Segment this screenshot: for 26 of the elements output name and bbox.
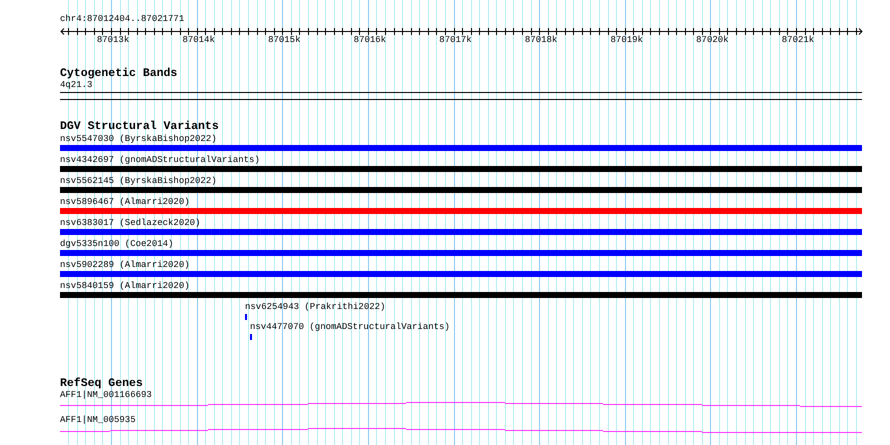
feature-label: nsv5902289 (Almarri2020) (60, 260, 190, 271)
band-label: 4q21.3 (60, 80, 92, 90)
feature-label: dgv5335n100 (Coe2014) (60, 239, 174, 250)
ruler-tick-label: 87021k (782, 35, 814, 46)
feature-label: nsv4342697 (gnomADStructuralVariants) (60, 155, 260, 166)
ruler-tick-label: 87013k (96, 35, 130, 46)
ruler-tick-label: 87015k (268, 35, 300, 46)
track-title: DGV Structural Variants (60, 121, 219, 133)
location-label: chr4:87012404..87021771 (60, 14, 184, 24)
feature-label: nsv5896467 (Almarri2020) (60, 197, 190, 208)
feature-label: nsv5547030 (ByrskaBishop2022) (60, 134, 217, 145)
feature-label: nsv4477070 (gnomADStructuralVariants) (250, 322, 450, 333)
gene-label: AFF1|NM_001166693 (60, 390, 152, 400)
ruler-tick-label: 87019k (610, 35, 643, 46)
ruler-tick-label: 87020k (696, 35, 729, 46)
feature-label: nsv6254943 (Prakrithi2022) (245, 302, 386, 313)
gene-label: AFF1|NM_005935 (60, 415, 136, 425)
track-title: Cytogenetic Bands (60, 68, 178, 80)
feature-label: nsv5840159 (Almarri2020) (60, 281, 190, 292)
ruler-tick-label: 87017k (439, 35, 472, 46)
ruler-tick-label: 87018k (524, 35, 558, 46)
track-title: RefSeq Genes (60, 378, 143, 390)
ruler-tick-label: 87014k (182, 35, 215, 46)
feature-label: nsv5562145 (ByrskaBishop2022) (60, 176, 217, 187)
feature-label: nsv6383017 (Sedlazeck2020) (60, 218, 200, 229)
ruler-tick-label: 87016k (354, 35, 386, 46)
